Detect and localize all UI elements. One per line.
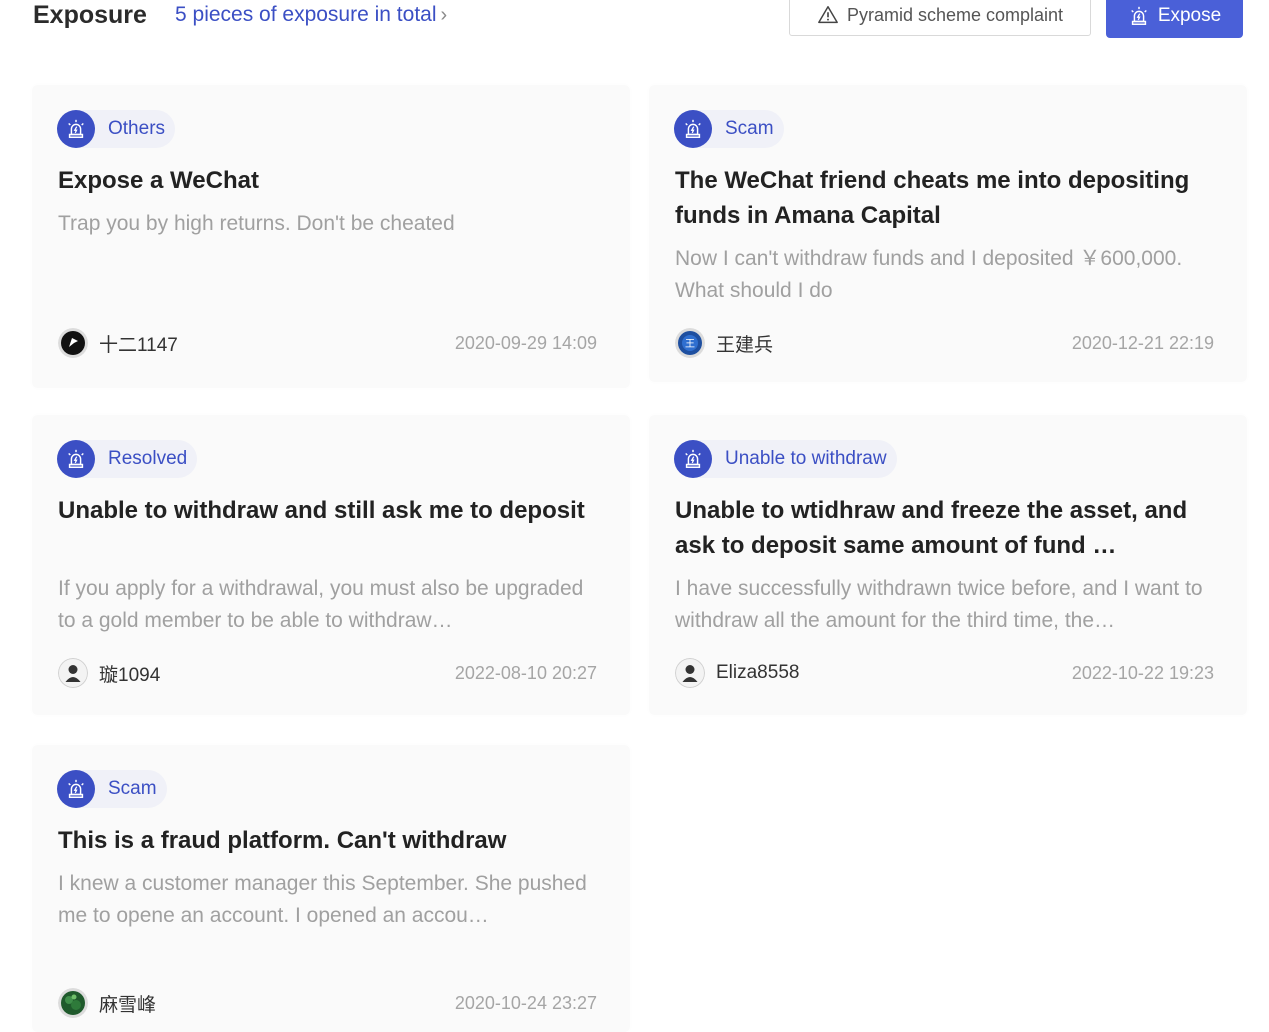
author-name: 十二1147 (99, 334, 178, 356)
category-label: Others (108, 118, 166, 139)
card-title: Unable to withdraw and still ask me to d… (58, 497, 585, 524)
author-name: 麻雪峰 (99, 994, 157, 1016)
author-name: 璇1094 (99, 664, 161, 686)
category-tag: Unable to withdraw (674, 440, 897, 478)
exposure-card[interactable]: Resolved Unable to withdraw and still as… (32, 415, 630, 715)
exposure-count-link[interactable]: 5 pieces of exposure in total › (175, 1, 447, 29)
author: 十二1147 (58, 328, 178, 358)
exposure-card[interactable]: Unable to withdraw Unable to wtidhraw an… (649, 415, 1247, 715)
card-title: This is a fraud platform. Can't withdraw (58, 827, 507, 854)
pyramid-scheme-complaint-button[interactable]: Pyramid scheme complaint (789, 0, 1091, 36)
card-description: If you apply for a withdrawal, you must … (58, 577, 584, 632)
siren-icon (674, 110, 712, 148)
post-date: 2022-08-10 20:27 (454, 663, 597, 683)
category-label: Resolved (108, 448, 188, 469)
page-header: Exposure 5 pieces of exposure in total › … (0, 0, 1269, 40)
author: 麻雪峰 (58, 988, 156, 1018)
warning-icon (818, 6, 838, 24)
author: Eliza8558 (675, 658, 799, 688)
category-tag: Resolved (57, 440, 198, 478)
avatar: 王 (675, 328, 705, 358)
category-label: Scam (725, 118, 774, 139)
author: 王 王建兵 (675, 328, 773, 358)
exposure-card[interactable]: Others Expose a WeChat Trap you by high … (32, 85, 630, 388)
page-title: Exposure (33, 1, 147, 29)
post-date: 2020-12-21 22:19 (1071, 333, 1214, 353)
card-title: Unable to wtidhraw and freeze the asset,… (675, 497, 1188, 559)
author-name: 王建兵 (716, 334, 774, 356)
complaint-button-label: Pyramid scheme complaint (846, 4, 1064, 25)
siren-icon (57, 110, 95, 148)
category-label: Scam (108, 778, 157, 799)
card-title: The WeChat friend cheats me into deposit… (675, 167, 1190, 229)
avatar (58, 988, 88, 1018)
siren-icon (1130, 6, 1147, 25)
exposure-card[interactable]: Scam This is a fraud platform. Can't wit… (32, 745, 630, 1032)
expose-button-label: Expose (1157, 5, 1222, 26)
card-description: I knew a customer manager this September… (58, 872, 587, 927)
author-name: Eliza8558 (716, 662, 800, 683)
category-tag: Scam (57, 770, 167, 808)
siren-icon (57, 770, 95, 808)
expose-button[interactable]: Expose (1106, 0, 1243, 38)
siren-icon (674, 440, 712, 478)
category-tag: Scam (674, 110, 784, 148)
post-date: 2022-10-22 19:23 (1071, 663, 1214, 683)
exposure-card[interactable]: Scam The WeChat friend cheats me into de… (649, 85, 1247, 382)
card-title: Expose a WeChat (58, 167, 259, 194)
post-date: 2020-10-24 23:27 (454, 993, 597, 1013)
chevron-right-icon: › (440, 4, 448, 26)
author: 璇1094 (58, 658, 160, 688)
category-label: Unable to withdraw (725, 448, 887, 469)
exposure-count-label: 5 pieces of exposure in total (175, 3, 437, 26)
card-description: Now I can't withdraw funds and I deposit… (675, 247, 1183, 302)
avatar (58, 658, 88, 688)
avatar (675, 658, 705, 688)
category-tag: Others (57, 110, 176, 148)
card-description: I have successfully withdrawn twice befo… (675, 577, 1203, 632)
card-description: Trap you by high returns. Don't be cheat… (58, 212, 455, 235)
post-date: 2020-09-29 14:09 (454, 333, 597, 353)
siren-icon (57, 440, 95, 478)
svg-text:王: 王 (685, 339, 695, 350)
avatar (58, 328, 88, 358)
